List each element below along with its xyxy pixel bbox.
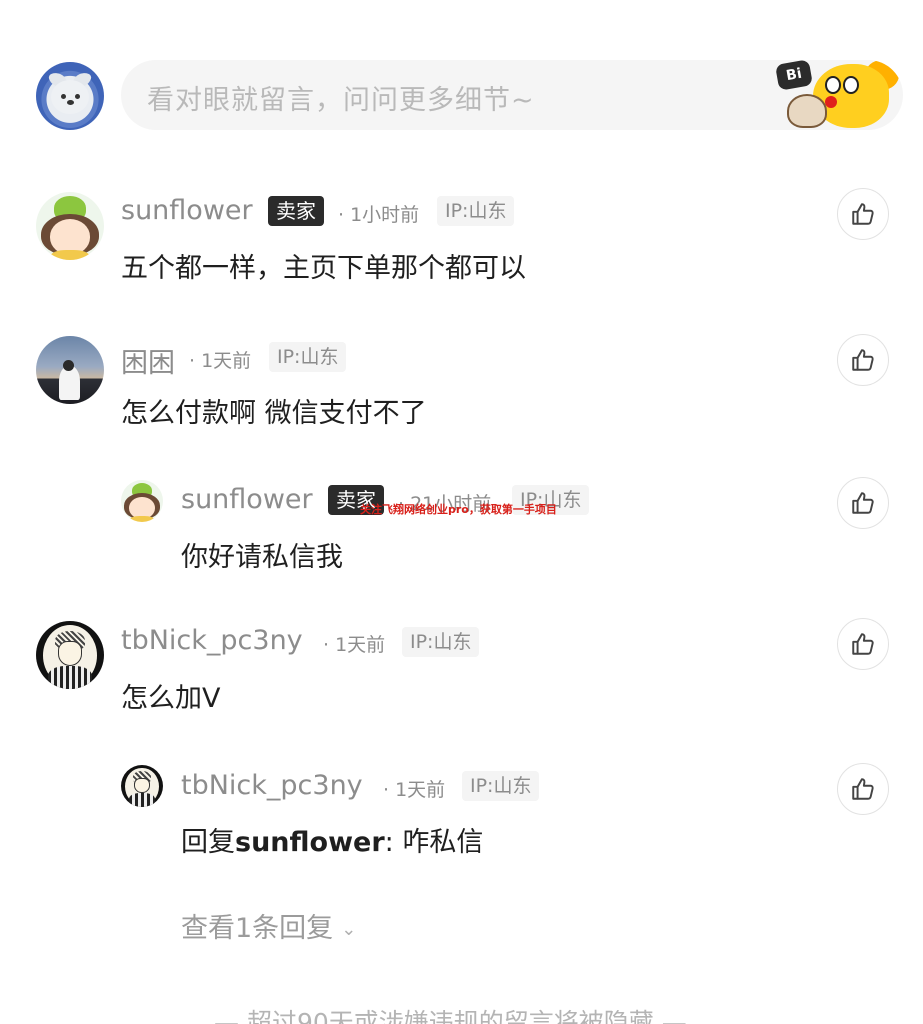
comment-text: 五个都一样，主页下单那个都可以 [121, 253, 526, 284]
comment-time: · 1小时前 [338, 204, 420, 226]
ip-location-badge: IP:山东 [402, 627, 480, 657]
comment-text: 回复sunflower: 咋私信 [181, 820, 483, 859]
comment-time: · 1天前 [383, 779, 446, 801]
user-avatar[interactable] [36, 192, 104, 260]
comment-input[interactable]: 看对眼就留言，问问更多细节~ Bi [121, 60, 903, 130]
comment-username[interactable]: tbNick_pc3ny [181, 770, 363, 801]
thumbs-up-icon [852, 349, 874, 371]
like-button[interactable] [837, 188, 889, 240]
watermark-text: 关注飞翔网络创业pro，获取第一手项目 [360, 503, 557, 516]
comment-text: 怎么付款啊 微信支付不了 [121, 398, 427, 429]
reply-text: : 咋私信 [384, 827, 484, 858]
like-button[interactable] [837, 618, 889, 670]
ip-location-badge: IP:山东 [269, 342, 347, 372]
comment-input-placeholder: 看对眼就留言，问问更多细节~ [147, 85, 535, 116]
comment-username[interactable]: sunflower [121, 195, 253, 226]
reply-to-username[interactable]: sunflower [235, 827, 385, 858]
comment-text: 你好请私信我 [181, 542, 343, 573]
comment-username[interactable]: 困困 [121, 341, 175, 380]
thumbs-up-icon [852, 778, 874, 800]
thumbs-up-icon [852, 633, 874, 655]
user-avatar[interactable] [36, 621, 104, 689]
like-button[interactable] [837, 763, 889, 815]
mascot-sticker-icon[interactable]: Bi [743, 60, 903, 130]
comment-text: 怎么加V [121, 683, 221, 714]
hidden-comments-notice: — 超过90天或涉嫌违规的留言将被隐藏 — [214, 1008, 687, 1024]
comment-time: · 1天前 [189, 350, 252, 372]
view-more-label: 查看1条回复 [181, 913, 334, 944]
view-more-replies-button[interactable]: 查看1条回复 ⌄ [181, 906, 356, 945]
thumbs-up-icon [852, 492, 874, 514]
chevron-down-icon: ⌄ [341, 919, 357, 940]
ip-location-badge: IP:山东 [437, 196, 515, 226]
user-avatar[interactable] [121, 480, 163, 522]
sticker-bubble-text: Bi [775, 60, 813, 91]
like-button[interactable] [837, 334, 889, 386]
thumbs-up-icon [852, 203, 874, 225]
comment-username[interactable]: sunflower [181, 484, 313, 515]
like-button[interactable] [837, 477, 889, 529]
comment-time: · 1天前 [323, 634, 386, 656]
seller-badge: 卖家 [268, 196, 324, 226]
comment-username[interactable]: tbNick_pc3ny [121, 625, 303, 656]
ip-location-badge: IP:山东 [462, 771, 540, 801]
user-avatar[interactable] [121, 765, 163, 807]
current-user-avatar[interactable] [36, 62, 104, 130]
user-avatar[interactable] [36, 336, 104, 404]
reply-prefix: 回复 [181, 827, 235, 858]
